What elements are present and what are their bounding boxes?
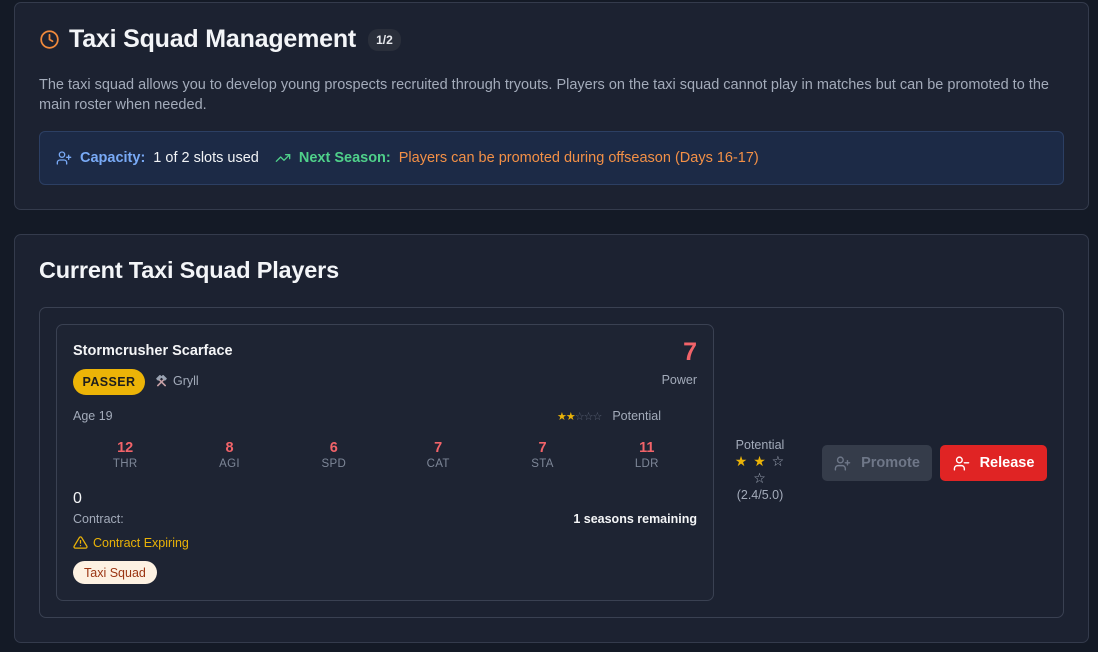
- trending-up-icon: [275, 154, 291, 162]
- stat-value: 7: [538, 440, 547, 456]
- stat-value: 8: [225, 440, 234, 456]
- potential-stars: ★ ★ ☆ ☆: [730, 453, 790, 487]
- stat-value: 11: [639, 440, 655, 456]
- power-value: 7: [683, 338, 697, 366]
- player-age: Age 19: [73, 409, 113, 423]
- contract-warning: Contract Expiring: [73, 535, 189, 550]
- promote-label: Promote: [861, 455, 920, 471]
- stat-cat: 7 CAT: [386, 440, 490, 470]
- status-badge: Taxi Squad: [73, 561, 157, 584]
- user-plus-icon: [834, 455, 851, 471]
- crossed-hammers-icon: [156, 374, 167, 386]
- release-button[interactable]: Release: [940, 445, 1047, 481]
- stat-label: AGI: [219, 458, 240, 470]
- player-row: Stormcrusher Scarface 7 Power PASSER Gry…: [39, 307, 1064, 618]
- user-minus-icon: [953, 455, 969, 471]
- potential-summary: ★★☆☆☆ Potential: [557, 409, 661, 423]
- stat-label: SPD: [321, 458, 347, 470]
- potential-stars-filled: ★ ★: [734, 453, 767, 469]
- stat-label: THR: [112, 458, 138, 470]
- taxi-squad-players-panel: Current Taxi Squad Players Stormcrusher …: [14, 234, 1089, 643]
- contract-value: 0: [73, 490, 82, 507]
- stat-label: CAT: [426, 458, 450, 470]
- race-label: Gryll: [173, 374, 199, 388]
- player-card[interactable]: Stormcrusher Scarface 7 Power PASSER Gry…: [56, 324, 714, 601]
- user-plus-icon: [56, 151, 72, 165]
- stat-value: 7: [434, 440, 443, 456]
- stat-sta: 7 STA: [490, 440, 594, 470]
- alert-triangle-icon: [73, 536, 88, 549]
- next-season-label: Next Season:: [298, 150, 391, 166]
- stat-label: LDR: [634, 458, 659, 470]
- clock-icon: [40, 30, 59, 49]
- power-label: Power: [661, 373, 697, 387]
- capacity-label: Capacity:: [80, 150, 146, 166]
- page-title: Taxi Squad Management: [69, 25, 357, 53]
- section-title: Current Taxi Squad Players: [39, 257, 339, 283]
- seasons-remaining: 1 seasons remaining: [573, 512, 697, 526]
- stat-thr: 12 THR: [73, 440, 177, 470]
- capacity-value: 1 of 2 slots used: [153, 150, 259, 166]
- taxi-squad-description: The taxi squad allows you to develop you…: [39, 77, 1049, 113]
- potential-column-label: Potential: [735, 438, 785, 452]
- stat-value: 6: [329, 440, 338, 456]
- player-race: Gryll: [155, 374, 199, 388]
- position-badge: PASSER: [73, 369, 145, 395]
- potential-column: Potential ★ ★ ☆ ☆ (2.4/5.0): [730, 438, 790, 502]
- potential-label: Potential: [612, 409, 661, 423]
- taxi-squad-header-panel: Taxi Squad Management 1/2 The taxi squad…: [14, 2, 1089, 210]
- capacity-info-box: Capacity: 1 of 2 slots used Next Season:…: [39, 131, 1064, 185]
- promote-button[interactable]: Promote: [822, 445, 932, 481]
- title-row: Taxi Squad Management 1/2: [39, 25, 401, 54]
- release-label: Release: [979, 455, 1035, 471]
- stats-grid: 12 THR 8 AGI 6 SPD 7 CAT 7 STA 11 LDR: [73, 440, 699, 470]
- stat-spd: 6 SPD: [282, 440, 386, 470]
- contract-label: Contract:: [73, 512, 124, 526]
- stat-agi: 8 AGI: [177, 440, 281, 470]
- player-name: Stormcrusher Scarface: [73, 343, 233, 359]
- stat-label: STA: [531, 458, 554, 470]
- stat-ldr: 11 LDR: [595, 440, 699, 470]
- contract-warning-text: Contract Expiring: [93, 535, 189, 550]
- stat-value: 12: [117, 440, 134, 456]
- slot-count-badge: 1/2: [368, 28, 401, 51]
- potential-stars-small: ★★☆☆☆: [557, 410, 602, 423]
- next-season-value: Players can be promoted during offseason…: [398, 150, 759, 166]
- potential-value: (2.4/5.0): [736, 488, 784, 502]
